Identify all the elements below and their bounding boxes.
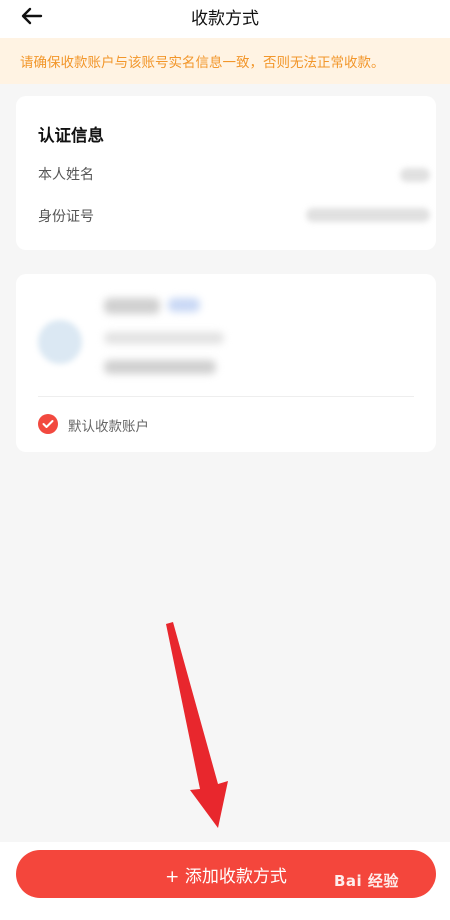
notice-banner: 请确保收款账户与该账号实名信息一致，否则无法正常收款。 xyxy=(0,38,450,84)
account-tag-redacted xyxy=(168,298,200,312)
account-name-redacted xyxy=(104,298,160,314)
top-bar: 收款方式 xyxy=(0,0,450,38)
checkmark-icon xyxy=(42,420,54,428)
account-avatar xyxy=(38,320,82,364)
id-number-label: 身份证号 xyxy=(38,209,94,225)
account-number-redacted xyxy=(104,360,216,374)
watermark: Bai 经验 xyxy=(334,872,399,890)
certification-card: 认证信息 本人姓名 身份证号 xyxy=(16,96,436,250)
id-number-value-redacted xyxy=(306,208,430,222)
account-detail-redacted xyxy=(104,332,224,344)
certification-title: 认证信息 xyxy=(38,126,104,145)
name-label: 本人姓名 xyxy=(38,167,94,183)
notice-text: 请确保收款账户与该账号实名信息一致，否则无法正常收款。 xyxy=(20,55,385,71)
payment-account-card[interactable]: 默认收款账户 xyxy=(16,274,436,452)
default-account-label: 默认收款账户 xyxy=(68,419,149,435)
name-value-redacted xyxy=(400,168,430,182)
divider xyxy=(38,396,414,397)
page-title: 收款方式 xyxy=(191,9,259,29)
default-account-checkbox[interactable] xyxy=(38,414,58,434)
